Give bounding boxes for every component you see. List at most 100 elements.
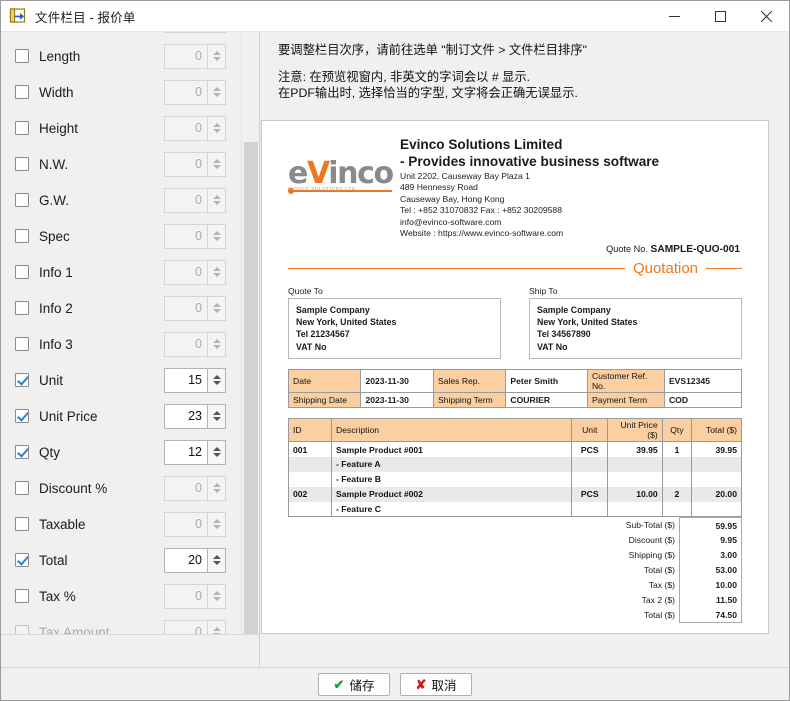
field-checkbox-taxable[interactable] (15, 517, 29, 531)
field-width-stepper[interactable]: 20 (164, 547, 226, 573)
field-width-stepper[interactable]: 0 (164, 295, 226, 321)
field-width-input[interactable]: 0 (164, 295, 207, 321)
spin-arrows-icon (212, 87, 221, 97)
field-checkbox-info-2[interactable] (15, 301, 29, 315)
field-width-stepper[interactable]: 0 (164, 79, 226, 105)
close-button[interactable] (743, 1, 789, 32)
field-label: Discount % (39, 480, 108, 496)
field-width-stepper[interactable]: 0 (164, 259, 226, 285)
field-checkbox-width[interactable] (15, 85, 29, 99)
field-width-spin-buttons[interactable] (207, 115, 226, 141)
field-width-input[interactable]: 15 (164, 367, 207, 393)
field-width-spin-buttons[interactable] (207, 151, 226, 177)
field-checkbox-info-1[interactable] (15, 265, 29, 279)
maximize-button[interactable] (697, 1, 743, 32)
field-checkbox-unit[interactable] (15, 373, 29, 387)
field-width-input[interactable]: 12 (164, 439, 207, 465)
field-checkbox-unit-price[interactable] (15, 409, 29, 423)
field-width-input[interactable]: 0 (164, 79, 207, 105)
totals-label: Tax 2 ($) (641, 595, 675, 606)
field-width-spin-buttons[interactable] (207, 475, 226, 501)
field-list-scrollbar[interactable] (241, 32, 259, 642)
field-width-spin-buttons[interactable] (207, 187, 226, 213)
field-width-stepper[interactable]: 0 (164, 223, 226, 249)
field-width-input[interactable]: 0 (164, 187, 207, 213)
window-controls (651, 1, 789, 32)
field-width-spin-buttons[interactable] (207, 259, 226, 285)
totals-row: Discount ($) 9.95 (554, 532, 742, 548)
field-width-stepper[interactable]: 23 (164, 403, 226, 429)
field-width-input[interactable]: 0 (164, 475, 207, 501)
field-checkbox-discount[interactable] (15, 481, 29, 495)
field-width-stepper[interactable]: 0 (164, 43, 226, 69)
meta-value: 2023-11-30 (360, 369, 434, 394)
field-checkbox-total[interactable] (15, 553, 29, 567)
field-width-spin-buttons[interactable] (207, 547, 226, 573)
company-logo: eVinco EVINCO SOLUTIONS LTD. (288, 137, 394, 194)
cancel-button[interactable]: ✘ 取消 (400, 672, 472, 696)
field-checkbox-length[interactable] (15, 49, 29, 63)
field-width-stepper[interactable]: 0 (164, 511, 226, 537)
field-width-input[interactable]: 20 (164, 547, 207, 573)
field-width-stepper[interactable]: 0 (164, 331, 226, 357)
field-width-stepper[interactable]: 15 (164, 367, 226, 393)
field-width-spin-buttons[interactable] (207, 583, 226, 609)
field-width-spin-buttons[interactable] (207, 295, 226, 321)
line-item-price: 10.00 (607, 486, 663, 502)
field-width-spin-buttons[interactable] (207, 511, 226, 537)
field-width-spin-buttons[interactable] (207, 403, 226, 429)
field-width-input[interactable]: 0 (164, 259, 207, 285)
quote-number-label: Quote No. (606, 243, 648, 254)
field-width-spin-buttons[interactable] (207, 367, 226, 393)
field-checkbox-qty[interactable] (15, 445, 29, 459)
field-width-stepper[interactable]: 0 (164, 187, 226, 213)
quote-to-box: Sample Company New York, United States Tel… (288, 297, 501, 360)
meta-key: Customer Ref. No. (586, 369, 665, 394)
field-width-input[interactable]: 0 (164, 115, 207, 141)
minimize-button[interactable] (651, 1, 697, 32)
field-label: Info 1 (39, 264, 73, 280)
field-checkbox-tax[interactable] (15, 589, 29, 603)
scrollbar-thumb[interactable] (244, 142, 258, 642)
field-row: Qty 12 (1, 434, 240, 470)
field-width-spin-buttons[interactable] (207, 32, 226, 33)
field-width-stepper[interactable]: 0 (164, 32, 226, 33)
field-width-spin-buttons[interactable] (207, 79, 226, 105)
field-row: Tax Amount 0 (1, 614, 240, 634)
field-row: Total 20 (1, 542, 240, 578)
field-width-input[interactable]: 0 (164, 223, 207, 249)
field-width-input[interactable]: 0 (164, 151, 207, 177)
company-address: Unit 2202, Causeway Bay Plaza 1 489 Henne… (400, 171, 742, 240)
field-width-input[interactable]: 0 (164, 43, 207, 69)
field-width-stepper[interactable]: 12 (164, 439, 226, 465)
field-width-input[interactable]: 0 (164, 511, 207, 537)
line-item-qty: 1 (661, 441, 693, 457)
field-width-stepper[interactable]: 0 (164, 151, 226, 177)
field-width-input[interactable]: 0 (164, 331, 207, 357)
field-width-stepper[interactable]: 0 (164, 619, 226, 634)
document-preview[interactable]: eVinco EVINCO SOLUTIONS LTD. Evinco Solu… (261, 120, 769, 634)
field-width-stepper[interactable]: 0 (164, 583, 226, 609)
field-width-spin-buttons[interactable] (207, 43, 226, 69)
field-width-spin-buttons[interactable] (207, 331, 226, 357)
company-address-line: 489 Hennessy Road (400, 182, 478, 193)
field-checkbox-g-w[interactable] (15, 193, 29, 207)
field-width-spin-buttons[interactable] (207, 223, 226, 249)
field-width-stepper[interactable]: 0 (164, 475, 226, 501)
field-checkbox-height[interactable] (15, 121, 29, 135)
dialog-footer: ✔ 储存 ✘ 取消 (1, 667, 789, 700)
save-button[interactable]: ✔ 储存 (318, 672, 390, 696)
field-checkbox-n-w[interactable] (15, 157, 29, 171)
field-width-spin-buttons[interactable] (207, 439, 226, 465)
field-width-input[interactable]: 0 (164, 32, 207, 33)
spin-arrows-icon (212, 483, 221, 493)
field-checkbox-info-3[interactable] (15, 337, 29, 351)
meta-value: 2023-11-30 (360, 392, 434, 409)
dialog-content: Supplier0Length0Width0Height0N.W.0G.W.0S… (1, 32, 789, 667)
field-width-input[interactable]: 0 (164, 583, 207, 609)
field-width-stepper[interactable]: 0 (164, 115, 226, 141)
meta-value: Peter Smith (505, 369, 588, 394)
field-width-input[interactable]: 23 (164, 403, 207, 429)
meta-row: Date 2023-11-30 Sales Rep. Peter Smith Custo… (287, 369, 743, 394)
field-checkbox-spec[interactable] (15, 229, 29, 243)
